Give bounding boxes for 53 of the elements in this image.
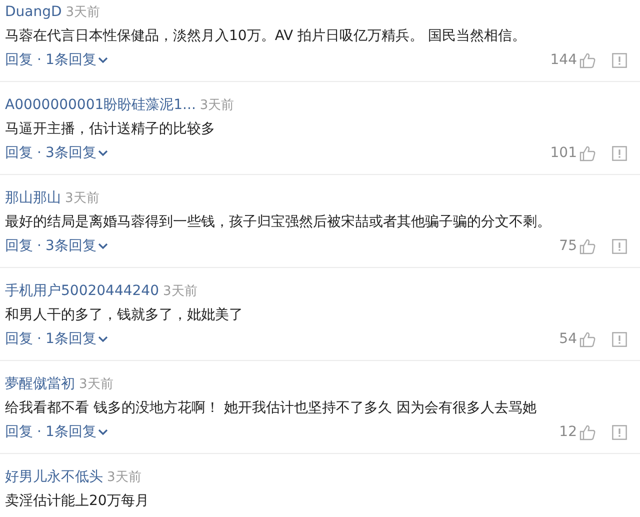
like-count: 12 — [559, 423, 577, 442]
report-icon[interactable] — [612, 52, 627, 68]
report-icon[interactable] — [612, 332, 627, 346]
timestamp: 3天前 — [162, 284, 198, 299]
report-icon[interactable] — [612, 146, 627, 160]
thumbs-up-icon[interactable] — [579, 424, 596, 440]
replies-link[interactable]: 3条回复 — [45, 141, 96, 165]
timestamp: 3天前 — [200, 98, 234, 113]
timestamp: 3天前 — [66, 5, 100, 20]
thumbs-up-icon[interactable] — [579, 144, 596, 162]
replies-link[interactable]: 1条回复 — [45, 48, 96, 72]
timestamp: 3天前 — [79, 377, 114, 392]
timestamp: 3天前 — [65, 191, 100, 206]
separator-dot: · — [37, 144, 42, 163]
author-name[interactable]: A0000000001盼盼硅藻泥1... — [5, 97, 196, 113]
timestamp: 3天前 — [107, 470, 142, 485]
chevron-down-icon[interactable] — [98, 242, 108, 250]
like-count: 54 — [559, 330, 577, 349]
separator-dot: · — [37, 237, 42, 256]
chevron-down-icon[interactable] — [98, 56, 108, 64]
reply-link[interactable]: 回复 — [5, 48, 33, 72]
separator-dot: · — [37, 330, 42, 349]
separator-dot: · — [37, 51, 42, 70]
reply-link[interactable]: 回复 — [5, 327, 33, 351]
comment-text: 给我看都不看 钱多的没地方花啊！ 她开我估计也坚持不了多久 因为会有很多人去骂她 — [5, 399, 538, 418]
comment-text: 马逼开主播，估计送精子的比较多 — [5, 120, 216, 139]
separator-dot: · — [37, 423, 42, 442]
like-count: 75 — [559, 237, 577, 256]
comment-text: 最好的结局是离婚马蓉得到一些钱，孩子归宝强然后被宋喆或者其他骗子骗的分文不剩。 — [5, 213, 552, 232]
report-icon[interactable] — [612, 238, 627, 254]
reply-link[interactable]: 回复 — [5, 141, 33, 165]
thumbs-up-icon[interactable] — [579, 52, 596, 68]
author-name[interactable]: 好男儿永不低头 — [5, 469, 103, 485]
thumbs-up-icon[interactable] — [579, 330, 596, 348]
reply-link[interactable]: 回复 — [5, 234, 33, 258]
comment-text: 卖淫估计能上20万每月 — [5, 492, 150, 511]
thumbs-up-icon[interactable] — [579, 238, 596, 254]
author-name[interactable]: 手机用户50020444240 — [5, 283, 159, 299]
author-name[interactable]: 那山那山 — [5, 190, 61, 206]
comment-text: 和男人干的多了，钱就多了，妣妣美了 — [5, 306, 244, 325]
report-icon[interactable] — [612, 424, 627, 440]
chevron-down-icon[interactable] — [98, 335, 108, 343]
comment-text: 马蓉在代言日本性保健品，淡然月入10万。AV 拍片日吸亿万精兵。 国民当然相信。 — [5, 27, 527, 46]
reply-link[interactable]: 回复 — [5, 420, 33, 444]
author-name[interactable]: DuangD — [5, 4, 62, 20]
replies-link[interactable]: 3条回复 — [45, 234, 96, 258]
like-count: 144 — [550, 51, 577, 70]
author-name[interactable]: 夢醒僦當初 — [5, 376, 75, 392]
like-count: 101 — [550, 144, 577, 163]
replies-link[interactable]: 1条回复 — [45, 420, 96, 444]
chevron-down-icon[interactable] — [98, 149, 108, 157]
chevron-down-icon[interactable] — [98, 428, 108, 436]
replies-link[interactable]: 1条回复 — [45, 327, 96, 351]
